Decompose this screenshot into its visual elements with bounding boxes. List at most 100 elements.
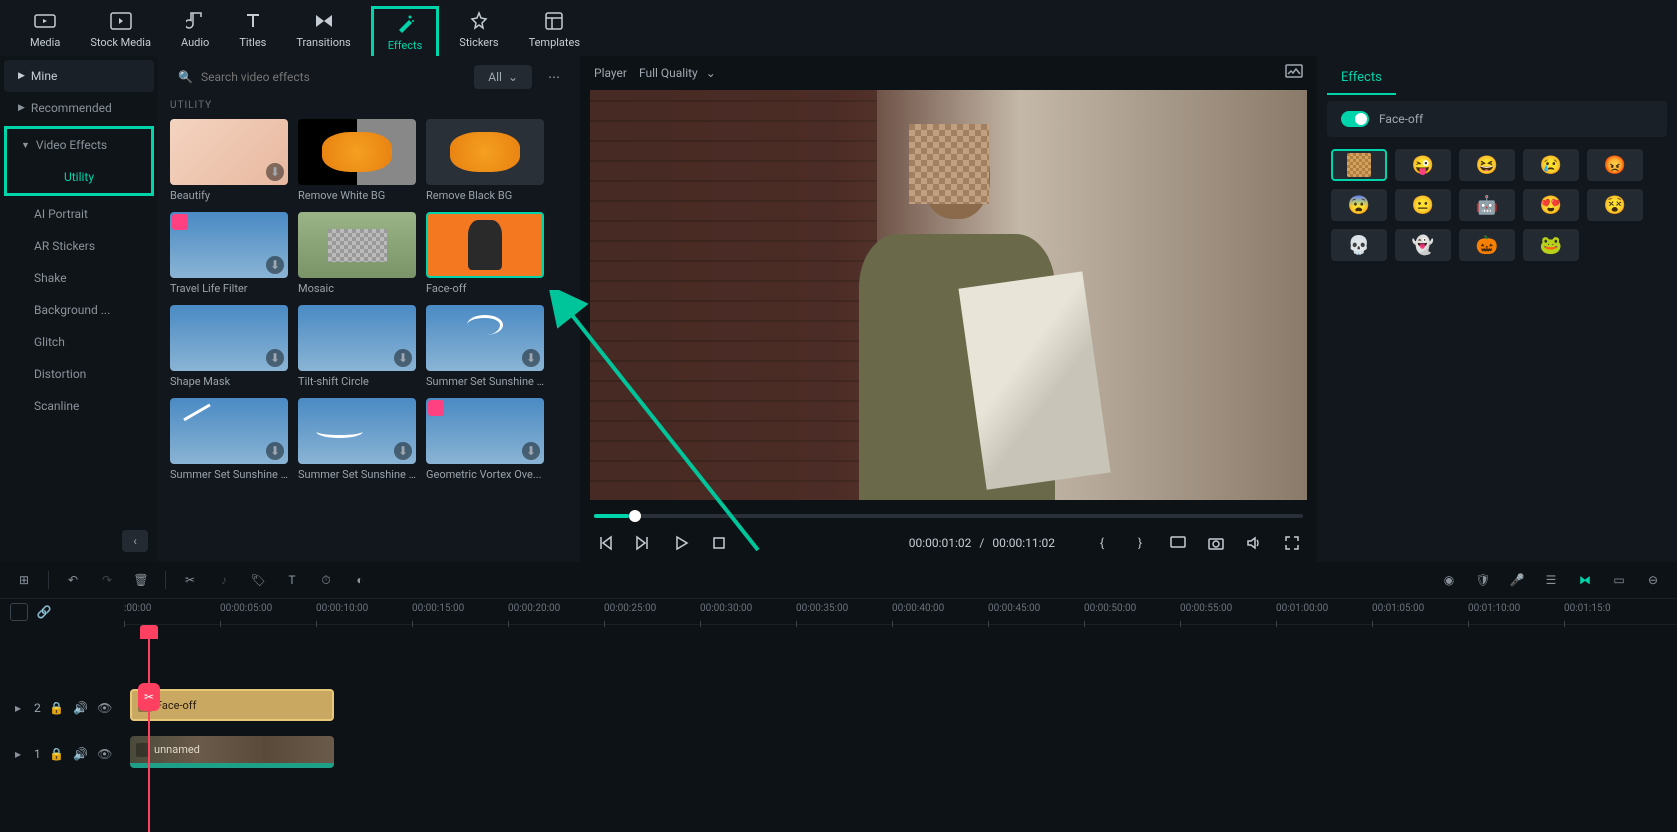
delete-button[interactable]: 🗑 xyxy=(131,570,151,590)
sidebar-background[interactable]: Background ... xyxy=(4,294,154,326)
sidebar-video-effects[interactable]: ▼Video Effects xyxy=(7,129,151,161)
lock-icon[interactable]: 🔒 xyxy=(49,700,65,716)
nav-stickers[interactable]: Stickers xyxy=(449,6,508,53)
search-input-wrap[interactable]: 🔍 xyxy=(170,64,466,90)
sidebar-shake[interactable]: Shake xyxy=(4,262,154,294)
face-emoji-7[interactable]: 🤖 xyxy=(1459,189,1515,221)
playhead-scissor-icon[interactable]: ✂ xyxy=(138,683,160,711)
camera-icon[interactable] xyxy=(1205,532,1227,554)
face-emoji-3[interactable]: 😢 xyxy=(1523,149,1579,181)
video-clip[interactable]: unnamed xyxy=(130,736,334,768)
text-tool-icon[interactable]: T xyxy=(282,570,302,590)
tile-remove-white[interactable]: Remove White BG xyxy=(298,119,416,202)
sidebar-ai-portrait[interactable]: AI Portrait xyxy=(4,198,154,230)
face-emoji-4[interactable]: 😡 xyxy=(1587,149,1643,181)
tile-travel[interactable]: ⬇Travel Life Filter xyxy=(170,212,288,295)
visibility-icon[interactable]: 👁 xyxy=(97,700,113,716)
fullscreen-icon[interactable] xyxy=(1281,532,1303,554)
split-button[interactable]: ✂ xyxy=(180,570,200,590)
faceoff-toggle[interactable] xyxy=(1341,111,1369,127)
timeline-options-icon[interactable] xyxy=(10,603,28,621)
speed-icon[interactable]: ⏱ xyxy=(316,570,336,590)
video-preview[interactable] xyxy=(590,90,1307,500)
face-mosaic[interactable] xyxy=(1331,149,1387,181)
face-emoji-8[interactable]: 😍 xyxy=(1523,189,1579,221)
next-frame-button[interactable] xyxy=(632,532,654,554)
quality-dropdown[interactable]: Full Quality⌄ xyxy=(639,66,716,80)
tile-mosaic[interactable]: Mosaic xyxy=(298,212,416,295)
layout-icon[interactable]: ▭ xyxy=(1609,570,1629,590)
timeline-ruler[interactable]: :00:0000:00:05:0000:00:10:0000:00:15:000… xyxy=(124,599,1677,625)
grid-view-icon[interactable]: ⊞ xyxy=(14,570,34,590)
nav-media[interactable]: Media xyxy=(20,6,70,53)
face-emoji-12[interactable]: 🎃 xyxy=(1459,229,1515,261)
face-emoji-2[interactable]: 😆 xyxy=(1459,149,1515,181)
stop-button[interactable] xyxy=(708,532,730,554)
snapshot-icon[interactable] xyxy=(1285,64,1303,82)
color-icon[interactable]: ◐ xyxy=(350,570,370,590)
sidebar-mine[interactable]: ▶Mine xyxy=(4,60,154,92)
zoom-out-icon[interactable]: ⊖ xyxy=(1643,570,1663,590)
tile-geometric[interactable]: ⬇Geometric Vortex Ove... xyxy=(426,398,544,481)
tile-summer2[interactable]: ⬇Summer Set Sunshine ... xyxy=(170,398,288,481)
lock-icon[interactable]: 🔒 xyxy=(49,746,65,762)
tile-beautify[interactable]: ⬇Beautify xyxy=(170,119,288,202)
tile-summer1[interactable]: ⬇Summer Set Sunshine ... xyxy=(426,305,544,388)
face-emoji-10[interactable]: 💀 xyxy=(1331,229,1387,261)
effect-track-head[interactable]: ▸ 2 🔒 🔊 👁 xyxy=(0,685,124,731)
tile-tilt-circle[interactable]: ⬇Tilt-shift Circle xyxy=(298,305,416,388)
sidebar-ar-stickers[interactable]: AR Stickers xyxy=(4,230,154,262)
face-emoji-5[interactable]: 😨 xyxy=(1331,189,1387,221)
tile-summer3[interactable]: ⬇Summer Set Sunshine ... xyxy=(298,398,416,481)
face-emoji-9[interactable]: 😵 xyxy=(1587,189,1643,221)
tile-faceoff[interactable]: Face-off xyxy=(426,212,544,295)
redo-button[interactable]: ↷ xyxy=(97,570,117,590)
marker-icon[interactable]: 🛡 xyxy=(1473,570,1493,590)
nav-stock[interactable]: Stock Media xyxy=(80,6,161,53)
tile-shape-mask[interactable]: ⬇Shape Mask xyxy=(170,305,288,388)
render-icon[interactable]: ◉ xyxy=(1439,570,1459,590)
mute-icon[interactable]: 🔊 xyxy=(73,700,89,716)
sidebar-glitch[interactable]: Glitch xyxy=(4,326,154,358)
nav-effects[interactable]: Effects xyxy=(371,6,440,59)
visibility-icon[interactable]: 👁 xyxy=(97,746,113,762)
magnet-icon[interactable]: ⧓ xyxy=(1575,570,1595,590)
sidebar-recommended[interactable]: ▶Recommended xyxy=(4,92,154,124)
undo-button[interactable]: ↶ xyxy=(63,570,83,590)
playhead[interactable]: ✂ xyxy=(148,625,150,832)
face-emoji-1[interactable]: 😜 xyxy=(1395,149,1451,181)
face-emoji-11[interactable]: 👻 xyxy=(1395,229,1451,261)
nav-audio[interactable]: Audio xyxy=(171,6,219,53)
video-track-head[interactable]: ▸ 1 🔒 🔊 👁 xyxy=(0,731,124,777)
mixer-icon[interactable]: ☰ xyxy=(1541,570,1561,590)
nav-transitions[interactable]: Transitions xyxy=(286,6,360,53)
nav-titles[interactable]: Titles xyxy=(229,6,276,53)
sidebar-scroll-left[interactable]: ‹ xyxy=(122,530,148,552)
faceoff-property-row[interactable]: Face-off xyxy=(1327,101,1667,137)
mic-icon[interactable]: 🎤 xyxy=(1507,570,1527,590)
mark-out-button[interactable]: } xyxy=(1129,532,1151,554)
effects-tab[interactable]: Effects xyxy=(1327,62,1396,95)
tile-remove-black[interactable]: Remove Black BG xyxy=(426,119,544,202)
mute-icon[interactable]: 🔊 xyxy=(73,746,89,762)
face-emoji-6[interactable]: 😐 xyxy=(1395,189,1451,221)
prev-frame-button[interactable] xyxy=(594,532,616,554)
audio-tool-icon[interactable]: ♪ xyxy=(214,570,234,590)
sidebar-utility[interactable]: Utility xyxy=(7,161,151,193)
search-input[interactable] xyxy=(201,70,458,84)
sidebar-scanline[interactable]: Scanline xyxy=(4,390,154,422)
effect-clip[interactable]: Face-off xyxy=(130,689,334,721)
face-emoji-13[interactable]: 🐸 xyxy=(1523,229,1579,261)
volume-icon[interactable] xyxy=(1243,532,1265,554)
more-options[interactable]: ⋯ xyxy=(540,66,568,88)
progress-bar[interactable] xyxy=(594,514,1303,518)
mark-in-button[interactable]: { xyxy=(1091,532,1113,554)
progress-thumb[interactable] xyxy=(629,510,641,522)
play-button[interactable] xyxy=(670,532,692,554)
link-icon[interactable]: 🔗 xyxy=(36,604,52,620)
display-icon[interactable] xyxy=(1167,532,1189,554)
playhead-handle[interactable] xyxy=(140,625,158,639)
filter-dropdown[interactable]: All⌄ xyxy=(474,65,532,89)
nav-templates[interactable]: Templates xyxy=(519,6,590,53)
sidebar-distortion[interactable]: Distortion xyxy=(4,358,154,390)
